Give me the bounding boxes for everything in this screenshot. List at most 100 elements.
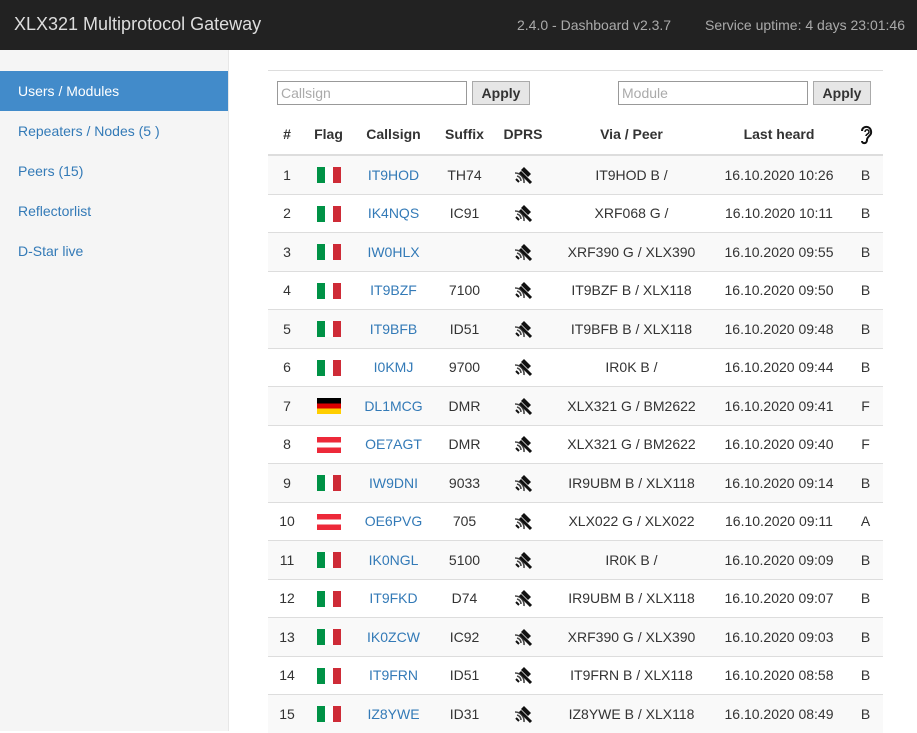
via-peer-cell: IT9BFB B / XLX118 xyxy=(553,309,710,348)
satellite-icon[interactable] xyxy=(512,549,534,571)
callsign-link[interactable]: I0KMJ xyxy=(374,359,414,375)
satellite-icon[interactable] xyxy=(512,202,534,224)
satellite-icon[interactable] xyxy=(512,395,534,417)
callsign-apply-button[interactable]: Apply xyxy=(472,81,530,105)
callsign-link[interactable]: IT9FRN xyxy=(369,667,418,683)
module-cell: B xyxy=(848,193,883,233)
uptime-text: Service uptime: 4 days 23:01:46 xyxy=(705,17,906,33)
table-header-row: # Flag Callsign Suffix DPRS Via / Peer L… xyxy=(268,114,883,156)
col-header-number: # xyxy=(268,114,306,156)
col-header-last-heard: Last heard xyxy=(710,114,848,156)
via-peer-cell: XLX022 G / XLX022 xyxy=(553,501,710,541)
flag-icon[interactable] xyxy=(316,552,341,569)
suffix-cell: D74 xyxy=(436,578,493,618)
row-number: 10 xyxy=(268,501,306,541)
suffix-cell: DMR xyxy=(436,424,493,464)
suffix-cell: 5100 xyxy=(436,540,493,579)
flag-icon[interactable] xyxy=(316,667,341,684)
callsign-link[interactable]: IW0HLX xyxy=(367,244,419,260)
satellite-icon[interactable] xyxy=(512,626,534,648)
navbar: XLX321 Multiprotocol Gateway 2.4.0 - Das… xyxy=(0,0,917,50)
last-heard-cell: 16.10.2020 09:03 xyxy=(710,617,848,656)
row-number: 4 xyxy=(268,270,306,310)
satellite-icon[interactable] xyxy=(512,318,534,340)
app-title[interactable]: XLX321 Multiprotocol Gateway xyxy=(14,14,261,35)
satellite-icon[interactable] xyxy=(512,510,534,532)
suffix-cell: 9700 xyxy=(436,347,493,387)
flag-icon[interactable] xyxy=(316,706,341,723)
callsign-cell: IT9FRN xyxy=(351,655,436,695)
callsign-link[interactable]: IT9FKD xyxy=(369,590,417,606)
callsign-cell: OE6PVG xyxy=(351,501,436,541)
flag-icon[interactable] xyxy=(316,321,341,338)
flag-icon[interactable] xyxy=(316,244,341,261)
table-row: 15 IZ8YWE ID31 IZ8YWE B / XLX118 16.10.2020 … xyxy=(268,694,883,733)
dprs-cell xyxy=(493,154,553,194)
dprs-cell xyxy=(493,540,553,579)
dprs-cell xyxy=(493,578,553,618)
flag-icon[interactable] xyxy=(316,590,341,607)
sidebar-item-dstar-live[interactable]: D-Star live xyxy=(0,231,228,271)
dprs-cell xyxy=(493,617,553,656)
sidebar-item-reflectorlist[interactable]: Reflectorlist xyxy=(0,191,228,231)
callsign-cell: IK4NQS xyxy=(351,193,436,233)
suffix-cell: 7100 xyxy=(436,270,493,310)
row-number: 15 xyxy=(268,694,306,733)
sidebar-item-users-modules[interactable]: Users / Modules xyxy=(0,71,228,111)
callsign-link[interactable]: IT9BFB xyxy=(370,321,417,337)
flag-icon[interactable] xyxy=(316,436,341,453)
row-number: 7 xyxy=(268,386,306,425)
module-cell: B xyxy=(848,154,883,194)
col-header-dprs: DPRS xyxy=(493,114,553,156)
table-row: 1 IT9HOD TH74 IT9HOD B /16.10.2020 10:26 B xyxy=(268,154,883,194)
callsign-link[interactable]: IT9HOD xyxy=(368,167,419,183)
satellite-icon[interactable] xyxy=(512,241,534,263)
satellite-icon[interactable] xyxy=(512,279,534,301)
callsign-link[interactable]: IW9DNI xyxy=(369,475,418,491)
dprs-cell xyxy=(493,501,553,541)
last-heard-cell: 16.10.2020 09:07 xyxy=(710,578,848,618)
via-peer-cell: XLX321 G / BM2622 xyxy=(553,386,710,425)
row-number: 5 xyxy=(268,309,306,348)
satellite-icon[interactable] xyxy=(512,587,534,609)
sidebar-item-repeaters-nodes[interactable]: Repeaters / Nodes (5 ) xyxy=(0,111,228,151)
flag-icon[interactable] xyxy=(316,629,341,646)
satellite-icon[interactable] xyxy=(512,164,534,186)
module-filter-input[interactable] xyxy=(618,81,808,105)
callsign-link[interactable]: OE6PVG xyxy=(365,513,423,529)
last-heard-cell: 16.10.2020 09:09 xyxy=(710,540,848,579)
flag-icon[interactable] xyxy=(316,282,341,299)
last-heard-cell: 16.10.2020 09:48 xyxy=(710,309,848,348)
flag-icon[interactable] xyxy=(316,167,341,184)
suffix-cell xyxy=(436,232,493,271)
satellite-icon[interactable] xyxy=(512,664,534,686)
sidebar-item-peers[interactable]: Peers (15) xyxy=(0,151,228,191)
module-cell: A xyxy=(848,501,883,541)
callsign-link[interactable]: OE7AGT xyxy=(365,436,422,452)
via-peer-cell: XLX321 G / BM2622 xyxy=(553,424,710,464)
flag-icon[interactable] xyxy=(316,205,341,222)
satellite-icon[interactable] xyxy=(512,472,534,494)
callsign-link[interactable]: IK0NGL xyxy=(369,552,419,568)
callsign-link[interactable]: DL1MCG xyxy=(364,398,422,414)
module-apply-button[interactable]: Apply xyxy=(813,81,871,105)
flag-icon[interactable] xyxy=(316,513,341,530)
callsign-filter-input[interactable] xyxy=(277,81,467,105)
flag-cell xyxy=(306,463,351,502)
satellite-icon[interactable] xyxy=(512,703,534,725)
callsign-link[interactable]: IK0ZCW xyxy=(367,629,420,645)
satellite-icon[interactable] xyxy=(512,356,534,378)
row-number: 12 xyxy=(268,578,306,618)
table-row: 8 OE7AGT DMR XLX321 G / BM2622 16.10.2020 09… xyxy=(268,424,883,464)
via-peer-cell: IT9FRN B / XLX118 xyxy=(553,655,710,695)
module-cell: B xyxy=(848,463,883,502)
callsign-link[interactable]: IK4NQS xyxy=(368,205,419,221)
flag-icon[interactable] xyxy=(316,359,341,376)
callsign-link[interactable]: IZ8YWE xyxy=(367,706,419,722)
flag-icon[interactable] xyxy=(316,475,341,492)
callsign-link[interactable]: IT9BZF xyxy=(370,282,417,298)
flag-icon[interactable] xyxy=(316,398,341,415)
module-cell: F xyxy=(848,386,883,425)
satellite-icon[interactable] xyxy=(512,433,534,455)
suffix-cell: ID51 xyxy=(436,309,493,348)
